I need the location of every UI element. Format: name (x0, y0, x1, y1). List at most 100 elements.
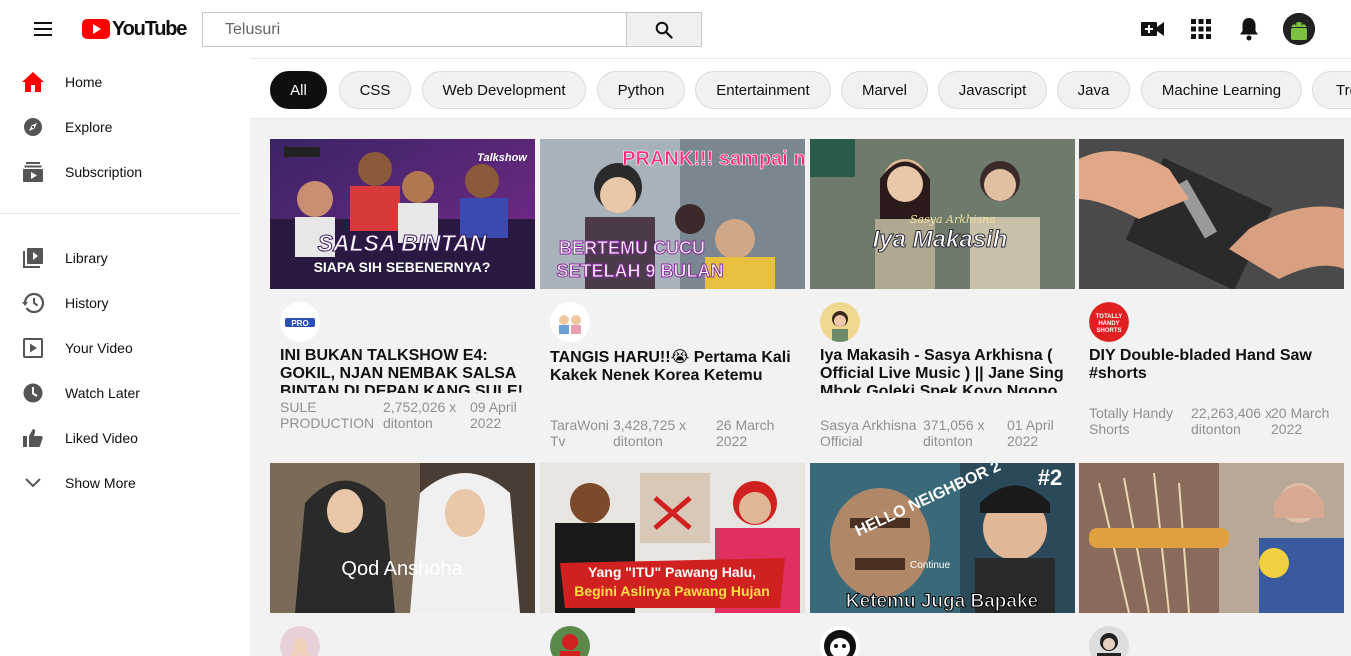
channel-name[interactable]: TaraWoni Tv (550, 417, 610, 449)
play-box-icon (22, 337, 44, 359)
sidebar-item-show-more[interactable]: Show More (0, 460, 240, 505)
sidebar-item-liked-video[interactable]: Liked Video (0, 415, 240, 460)
youtube-play-logo-icon (82, 19, 110, 39)
search-bar (202, 12, 702, 47)
chip-trending-partial[interactable]: Tre (1312, 71, 1351, 109)
view-count: 2,752,026 x ditonton (383, 399, 457, 431)
clock-icon (22, 382, 44, 404)
thumb-text: Ketemu Juga Bapake (846, 591, 1038, 612)
sidebar-item-label: Liked Video (65, 430, 138, 446)
apps-grid-icon[interactable] (1189, 17, 1213, 41)
user-avatar[interactable] (1283, 13, 1315, 45)
channel-avatar[interactable] (550, 626, 590, 656)
chip-entertainment[interactable]: Entertainment (695, 71, 831, 109)
svg-text:HANDY: HANDY (1098, 321, 1119, 327)
filter-chip-bar: All CSS Web Development Python Entertain… (250, 58, 1351, 119)
view-count: 22,263,406 x ditonton (1191, 405, 1272, 437)
channel-avatar[interactable] (820, 302, 860, 342)
subscriptions-icon (22, 161, 44, 183)
channel-name[interactable]: SULE PRODUCTION (280, 399, 380, 431)
android-avatar-icon (1283, 13, 1315, 45)
channel-avatar-text: PRO (291, 319, 308, 328)
sidebar-item-label: Library (65, 250, 108, 266)
upload-date: 20 March 2022 (1271, 405, 1330, 437)
view-count: 371,056 x ditonton (923, 417, 985, 449)
video-title[interactable]: DIY Double-bladed Hand Saw #shorts (1089, 347, 1339, 383)
chip-python[interactable]: Python (597, 71, 685, 109)
chip-marvel[interactable]: Marvel (841, 71, 928, 109)
thumb-badge: Talkshow (477, 152, 528, 164)
video-title[interactable]: Iya Makasih - Sasya Arkhisna ( Official … (820, 347, 1070, 393)
sidebar-item-label: Explore (65, 119, 113, 135)
upload-date: 26 March 2022 (716, 417, 775, 449)
thumb-text: Begini Aslinya Pawang Hujan (574, 583, 770, 599)
logo-text: YouTube (112, 17, 187, 40)
video-thumbnail[interactable]: Qod Anshoha (270, 463, 535, 613)
chip-web-development[interactable]: Web Development (422, 71, 586, 109)
thumb-text: Yang "ITU" Pawang Halu, (588, 564, 756, 580)
chevron-down-icon (22, 472, 44, 494)
video-grid: Talkshow SALSA BINTAN SIAPA SIH SEBENERN… (250, 119, 1351, 656)
video-title[interactable]: TANGIS HARU!!😭 Pertama Kali Kakek Nenek … (550, 349, 800, 385)
create-video-icon[interactable] (1141, 17, 1165, 41)
thumb-badge: Sasya Arkhisna (910, 213, 996, 226)
channel-avatar[interactable]: PRO (280, 302, 320, 342)
chip-machine-learning[interactable]: Machine Learning (1141, 71, 1302, 109)
upload-date: 09 April 2022 (470, 399, 517, 431)
upload-date: 01 April 2022 (1007, 417, 1054, 449)
search-icon (655, 21, 673, 39)
channel-avatar[interactable] (1089, 626, 1129, 656)
video-thumbnail[interactable]: Talkshow SALSA BINTAN SIAPA SIH SEBENERN… (270, 139, 535, 289)
hamburger-menu-icon[interactable] (28, 17, 58, 41)
sidebar-item-home[interactable]: Home (0, 59, 240, 104)
thumb-text: SETELAH 9 BULAN (556, 261, 723, 281)
video-thumbnail[interactable]: PRANK!!! sampai nangis BERTEMU CUCU SETE… (540, 139, 805, 289)
video-thumbnail[interactable]: Yang "ITU" Pawang Halu, Begini Aslinya P… (540, 463, 805, 613)
sidebar-item-label: Subscription (65, 164, 143, 180)
channel-avatar[interactable] (280, 626, 320, 656)
channel-name[interactable]: Totally Handy Shorts (1089, 405, 1184, 437)
search-input[interactable] (203, 13, 627, 46)
video-thumbnail[interactable] (1079, 139, 1344, 289)
chip-java[interactable]: Java (1057, 71, 1130, 109)
sidebar-item-explore[interactable]: Explore (0, 104, 240, 149)
thumb-badge: PRANK!!! sampai nangis (622, 148, 805, 170)
notifications-bell-icon[interactable] (1237, 17, 1261, 41)
sidebar-item-library[interactable]: Library (0, 235, 240, 280)
video-title[interactable]: INI BUKAN TALKSHOW E4: GOKIL, NJAN NEMBA… (280, 347, 530, 393)
thumb-text: #2 (1038, 465, 1062, 490)
search-button[interactable] (627, 13, 701, 46)
thumb-text: Continue (910, 560, 950, 571)
history-icon (22, 292, 44, 314)
video-meta: SULE PRODUCTION 2,752,026 x ditonton 09 … (280, 399, 535, 431)
thumb-text: SALSA BINTAN (318, 230, 487, 256)
channel-name[interactable]: Sasya Arkhisna Official (820, 417, 920, 449)
channel-avatar[interactable] (550, 302, 590, 342)
thumbs-up-icon (22, 427, 44, 449)
sidebar-item-history[interactable]: History (0, 280, 240, 325)
top-bar: YouTube (0, 0, 1351, 58)
sidebar-item-label: History (65, 295, 109, 311)
video-thumbnail[interactable] (1079, 463, 1344, 613)
youtube-app: YouTube Home Explore (0, 0, 1351, 656)
sidebar-item-your-video[interactable]: Your Video (0, 325, 240, 370)
view-count: 3,428,725 x ditonton (613, 417, 687, 449)
video-thumbnail[interactable]: Sasya Arkhisna Iya Makasih (810, 139, 1075, 289)
chip-css[interactable]: CSS (339, 71, 411, 109)
sidebar-item-label: Watch Later (65, 385, 140, 401)
svg-text:SHORTS: SHORTS (1096, 328, 1121, 334)
sidebar-item-label: Your Video (65, 340, 133, 356)
thumb-text: Iya Makasih (873, 226, 1008, 253)
sidebar-item-subscription[interactable]: Subscription (0, 149, 240, 194)
youtube-logo[interactable]: YouTube (82, 17, 187, 41)
video-meta: Sasya Arkhisna Official 371,056 x ditont… (820, 417, 1075, 449)
sidebar-item-watch-later[interactable]: Watch Later (0, 370, 240, 415)
video-meta: Totally Handy Shorts 22,263,406 x ditont… (1089, 405, 1344, 437)
channel-avatar[interactable]: TOTALLY HANDY SHORTS (1089, 302, 1129, 342)
chip-all[interactable]: All (270, 71, 327, 109)
video-thumbnail[interactable]: #2 HELLO NEIGHBOR 2 Continue Ketemu Juga… (810, 463, 1075, 613)
chip-javascript[interactable]: Javascript (938, 71, 1047, 109)
channel-avatar[interactable] (820, 626, 860, 656)
home-icon (22, 71, 44, 93)
library-icon (22, 247, 44, 269)
